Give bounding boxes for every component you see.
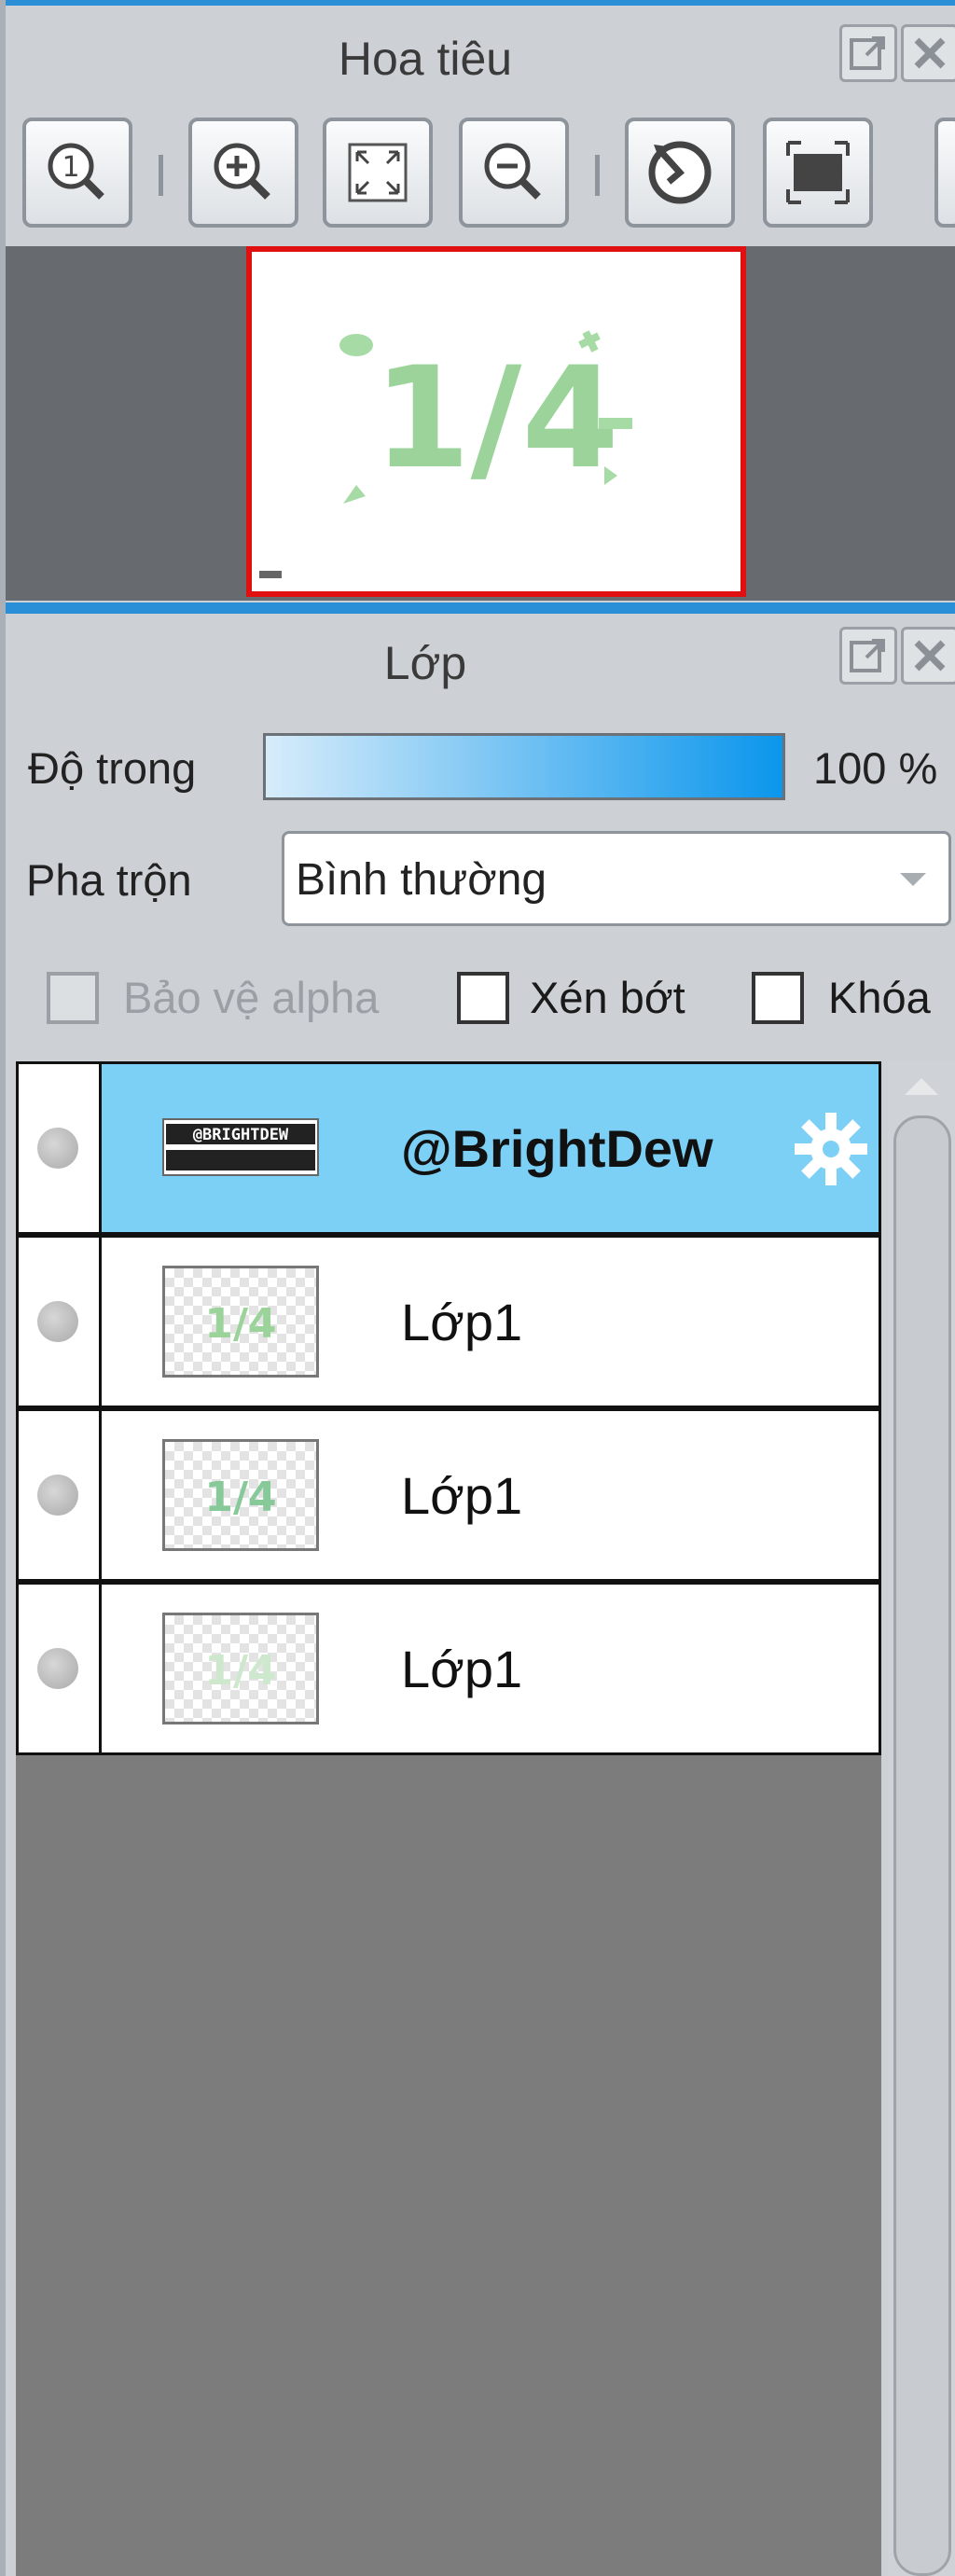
close-icon: [914, 37, 946, 69]
navigator-viewport[interactable]: 1/4: [6, 246, 955, 601]
rotate-reset-icon: [648, 141, 712, 204]
toolbar-separator: [595, 155, 600, 196]
navigator-panel: Hoa tiêu 1 1/4: [6, 6, 955, 602]
layer-name[interactable]: Lớp1: [401, 1465, 522, 1526]
layer-panel-title: Lớp: [383, 637, 467, 689]
layer-float-button[interactable]: [839, 627, 897, 685]
preview-artwork: 1/4: [259, 330, 632, 578]
close-icon: [914, 640, 946, 672]
opacity-slider[interactable]: [263, 733, 785, 800]
chevron-down-icon: [900, 873, 926, 886]
thumbnail-glyph: 1/4: [204, 1474, 276, 1521]
zoom-out-icon: [484, 143, 541, 200]
layer-thumbnail: @BRIGHTDEW: [162, 1118, 319, 1176]
fullscreen-icon: [786, 141, 850, 204]
gear-icon[interactable]: [791, 1109, 871, 1189]
layer-scrollbar[interactable]: [888, 1061, 955, 2576]
toolbar-overflow-button[interactable]: [934, 118, 955, 228]
panel-divider[interactable]: [6, 602, 955, 614]
visibility-toggle[interactable]: [19, 1585, 102, 1752]
protect-alpha-label: Bảo vệ alpha: [123, 973, 380, 1022]
fullscreen-button[interactable]: [763, 118, 873, 228]
clipping-label: Xén bớt: [530, 973, 685, 1022]
popout-icon: [850, 36, 885, 70]
thumbnail-text: @BRIGHTDEW: [193, 1126, 289, 1144]
scroll-up-icon[interactable]: [905, 1078, 938, 1095]
blend-mode-value: Bình thường: [296, 855, 547, 905]
zoom-actual-button[interactable]: 1: [22, 118, 132, 228]
toolbar-separator: [159, 155, 163, 196]
visibility-dot-icon: [37, 1301, 78, 1342]
visibility-toggle[interactable]: [19, 1411, 102, 1579]
thumbnail-glyph: 1/4: [204, 1647, 276, 1695]
visibility-toggle[interactable]: [19, 1238, 102, 1406]
blend-mode-label: Pha trộn: [26, 855, 192, 905]
opacity-label: Độ trong: [28, 743, 197, 793]
svg-text:1: 1: [62, 151, 79, 184]
layer-row[interactable]: 1/4 Lớp1: [16, 1235, 881, 1408]
layer-row[interactable]: 1/4 Lớp1: [16, 1582, 881, 1755]
layer-thumbnail: 1/4: [162, 1266, 319, 1378]
scrollbar-thumb[interactable]: [893, 1115, 951, 2576]
protect-alpha-checkbox[interactable]: [47, 972, 99, 1024]
preview-fraction: 1/4: [373, 338, 619, 500]
layer-list: @BRIGHTDEW @BrightDew 1/4 Lớp1 1/4 Lớp1 …: [16, 1061, 881, 2576]
layer-name[interactable]: Lớp1: [401, 1292, 522, 1352]
visibility-dot-icon: [37, 1475, 78, 1516]
zoom-actual-size-icon: 1: [48, 143, 104, 200]
opacity-value: 100 %: [813, 743, 938, 793]
layer-thumbnail: 1/4: [162, 1613, 319, 1724]
visibility-dot-icon: [37, 1648, 78, 1689]
layer-name[interactable]: Lớp1: [401, 1639, 522, 1699]
layer-thumbnail: 1/4: [162, 1439, 319, 1551]
navigator-float-button[interactable]: [839, 24, 897, 82]
zoom-out-button[interactable]: [459, 118, 569, 228]
layer-row[interactable]: 1/4 Lớp1: [16, 1408, 881, 1582]
navigator-close-button[interactable]: [901, 24, 955, 82]
zoom-in-button[interactable]: [188, 118, 298, 228]
zoom-in-icon: [214, 143, 270, 200]
canvas-preview[interactable]: 1/4: [246, 246, 746, 597]
lock-checkbox[interactable]: [752, 972, 804, 1024]
blend-mode-select[interactable]: Bình thường: [282, 831, 951, 926]
lock-label: Khóa: [828, 973, 931, 1022]
visibility-toggle[interactable]: [19, 1064, 102, 1232]
fit-to-window-button[interactable]: [323, 118, 433, 228]
clipping-checkbox[interactable]: [457, 972, 509, 1024]
layer-panel: Lớp Độ trong 100 % Pha trộn Bình thường …: [6, 614, 955, 2576]
layer-close-button[interactable]: [901, 627, 955, 685]
rotate-reset-button[interactable]: [625, 118, 735, 228]
layer-name[interactable]: @BrightDew: [401, 1118, 713, 1179]
visibility-dot-icon: [37, 1128, 78, 1169]
navigator-title: Hoa tiêu: [338, 33, 513, 85]
popout-icon: [850, 639, 885, 672]
fit-to-window-icon: [348, 143, 408, 202]
thumbnail-glyph: 1/4: [204, 1300, 276, 1348]
layer-row[interactable]: @BRIGHTDEW @BrightDew: [16, 1061, 881, 1235]
